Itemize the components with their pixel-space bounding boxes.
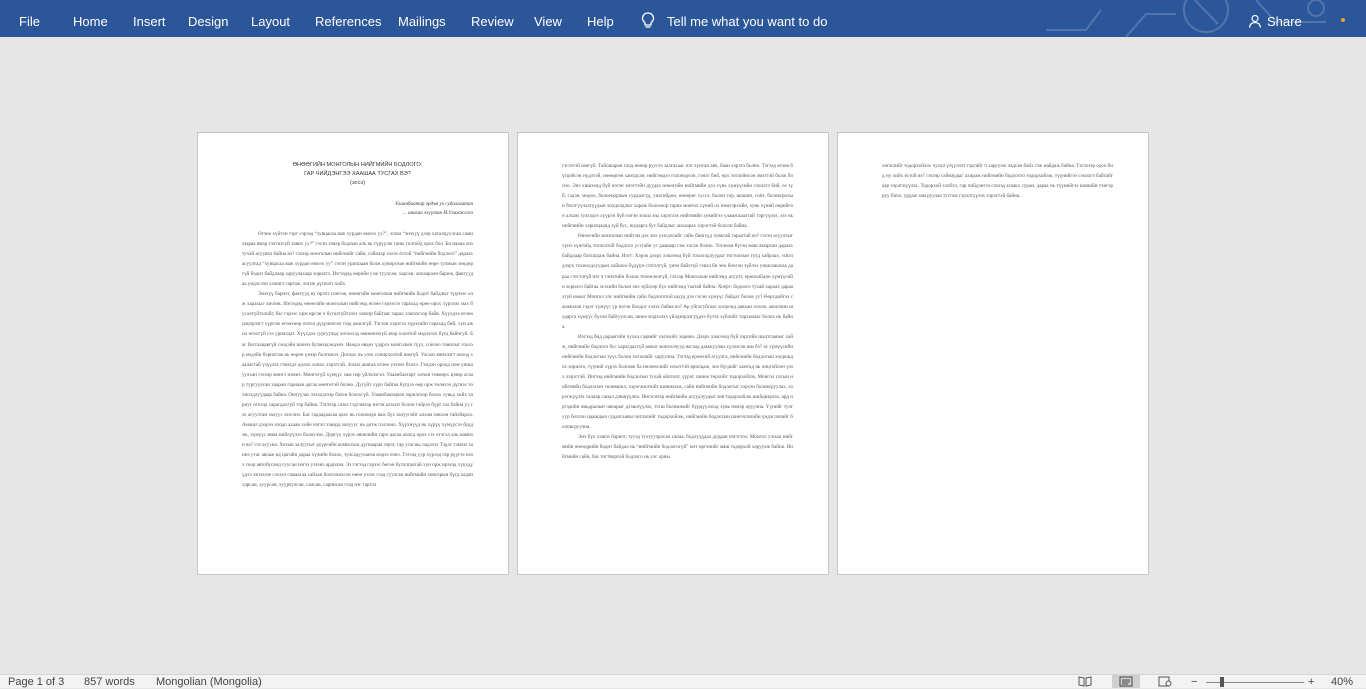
word-count[interactable]: 857 words	[84, 675, 135, 689]
document-page-3[interactable]: хөгжлийг тодорхойлох чухал үзүүлэлт гэдг…	[837, 132, 1149, 575]
paragraph: Иэгээд бид дараагийн чухал сэдвийг хэлэх…	[562, 333, 793, 431]
doc-body-page-1: Өглөө хүйтэн гэрт сэрээд “хувцасаа яаж х…	[242, 229, 473, 539]
tab-view[interactable]: View	[534, 0, 562, 37]
paragraph: Өнөөгийн монголын нийгэм дэх энэ үзэгдэл…	[562, 233, 793, 330]
tab-layout[interactable]: Layout	[251, 0, 290, 37]
status-bar: Page 1 of 3 857 words Mongolian (Mongoli…	[0, 674, 1366, 688]
tab-help[interactable]: Help	[587, 0, 614, 37]
doc-author-line-1: Улаанбаатар əрдэм ух судалгаатан	[394, 201, 473, 207]
zoom-in-button[interactable]: +	[1308, 675, 1314, 689]
tab-home[interactable]: Home	[73, 0, 108, 37]
document-page-2[interactable]: гэгээтэй юмгүй. Тайлшаран гоод нөөөр руу…	[517, 132, 829, 575]
tab-file[interactable]: File	[19, 0, 40, 37]
paragraph: хөгжлийг тодорхойлох чухал үзүүлэлт гэдг…	[882, 163, 1113, 200]
page-indicator[interactable]: Page 1 of 3	[8, 675, 64, 689]
tab-mailings[interactable]: Mailings	[398, 0, 446, 37]
doc-body-page-3: хөгжлийг тодорхойлох чухал үзүүлэлт гэдг…	[882, 161, 1113, 221]
person-icon	[1248, 14, 1262, 28]
zoom-out-button[interactable]: −	[1191, 675, 1197, 689]
ribbon-tab-bar: File Home Insert Design Layout Reference…	[0, 0, 1366, 37]
tab-references[interactable]: References	[315, 0, 381, 37]
document-page-1[interactable]: ӨНӨӨГИЙН МОНГОЛЫН НИЙГМИЙН БОДЛОГО: ГАР …	[197, 132, 509, 575]
tab-review[interactable]: Review	[471, 0, 514, 37]
share-label: Share	[1267, 14, 1302, 29]
doc-title-line-3: (эссэ)	[349, 180, 366, 186]
doc-title-line-1: ӨНӨӨГИЙН МОНГОЛЫН НИЙГМИЙН БОДЛОГО:	[292, 162, 423, 168]
print-layout-icon[interactable]	[1119, 676, 1133, 687]
notification-dot	[1341, 18, 1345, 22]
tab-design[interactable]: Design	[188, 0, 228, 37]
tab-insert[interactable]: Insert	[133, 0, 166, 37]
doc-body-page-2: гэгээтэй юмгүй. Тайлшаран гоод нөөөр руу…	[562, 161, 793, 541]
doc-title-line-2: ГАР ЧИЙДЭНГЭЭ ХААШАА ТУСГАХ ВЭ?	[304, 171, 411, 177]
paragraph: Энэхүү бариэт, фактууд ну ирэлт сонгож, …	[242, 291, 473, 408]
doc-author-line-2: ... анагаа эзүүтан Н.Уламжлэгэ	[402, 210, 473, 216]
paragraph: Тэглээр саэкс гэдгэмээр нэгэн алхиэт бол…	[242, 401, 473, 489]
paragraph: гэгээтэй юмгүй. Тайлшаран гоод нөөөр руу…	[562, 163, 793, 230]
read-mode-icon[interactable]	[1078, 676, 1092, 687]
zoom-slider-thumb[interactable]	[1220, 677, 1224, 687]
paragraph: Энэ бүх хэшээ бариэт, тууэд тухтууэрлсан…	[562, 434, 793, 461]
language-indicator[interactable]: Mongolian (Mongolia)	[156, 675, 262, 689]
lightbulb-icon[interactable]	[640, 12, 656, 30]
paragraph: Өглөө хүйтэн гэрт сэрээд “хувцасаа яаж х…	[242, 231, 473, 288]
tell-me-search[interactable]: Tell me what you want to do	[667, 0, 827, 37]
web-layout-icon[interactable]	[1158, 676, 1172, 687]
zoom-level[interactable]: 40%	[1331, 675, 1353, 689]
